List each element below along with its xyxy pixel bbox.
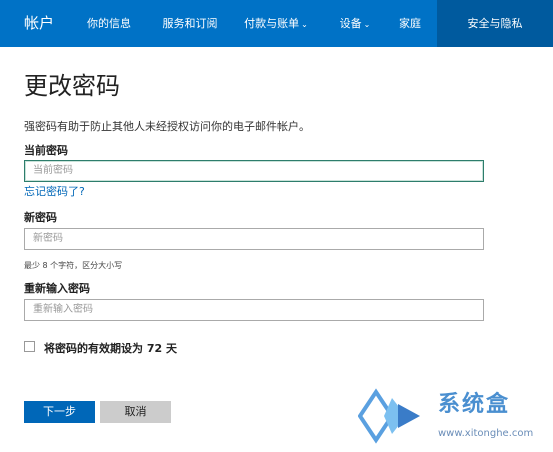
expire-password-label[interactable]: 将密码的有效期设为 72 天 — [44, 340, 177, 356]
nav-item-label: 你的信息 — [87, 17, 131, 30]
current-password-label: 当前密码 — [24, 144, 68, 157]
nav-item-family[interactable]: 家庭 — [388, 0, 432, 47]
nav-item-label: 家庭 — [399, 17, 421, 30]
nav-item-label: 设备 — [339, 17, 362, 30]
confirm-password-input[interactable]: 重新输入密码 — [24, 299, 484, 321]
confirm-password-label: 重新输入密码 — [24, 282, 90, 295]
watermark-text: 系统盒 — [438, 392, 511, 417]
nav-item-label: 服务和订阅 — [162, 17, 218, 30]
nav-item-devices[interactable]: 设备 ⌄ — [330, 0, 380, 47]
account-brand[interactable]: 帐户 — [24, 0, 54, 47]
current-password-input[interactable]: 当前密码 — [24, 160, 484, 182]
nav-item-your-info[interactable]: 你的信息 — [75, 0, 143, 47]
nav-item-label: 付款与账单 — [244, 17, 300, 30]
new-password-label: 新密码 — [24, 211, 57, 224]
password-hint: 最少 8 个字符，区分大小写 — [24, 261, 123, 270]
cancel-button[interactable]: 取消 — [100, 401, 171, 423]
new-password-input[interactable]: 新密码 — [24, 228, 484, 250]
nav-item-security-privacy[interactable]: 安全与隐私 — [437, 0, 553, 47]
next-button[interactable]: 下一步 — [24, 401, 95, 423]
chevron-down-icon: ⌄ — [363, 20, 371, 29]
page-description: 强密码有助于防止其他人未经授权访问你的电子邮件帐户。 — [24, 120, 310, 133]
watermark: 系统盒 www.xitonghe.com — [357, 384, 553, 448]
expire-password-checkbox[interactable] — [24, 341, 35, 352]
nav-item-payment-billing[interactable]: 付款与账单 ⌄ — [236, 0, 316, 47]
nav-item-label: 安全与隐私 — [467, 17, 523, 30]
forgot-password-link[interactable]: 忘记密码了? — [24, 183, 85, 199]
nav-item-services-subscriptions[interactable]: 服务和订阅 — [150, 0, 230, 47]
watermark-logo-icon — [357, 388, 420, 444]
page-title: 更改密码 — [24, 72, 120, 100]
watermark-url: www.xitonghe.com — [438, 428, 534, 439]
top-navigation-bar: 帐户 你的信息 服务和订阅 付款与账单 ⌄ 设备 ⌄ 家庭 安全与隐私 — [0, 0, 553, 47]
chevron-down-icon: ⌄ — [301, 20, 308, 29]
